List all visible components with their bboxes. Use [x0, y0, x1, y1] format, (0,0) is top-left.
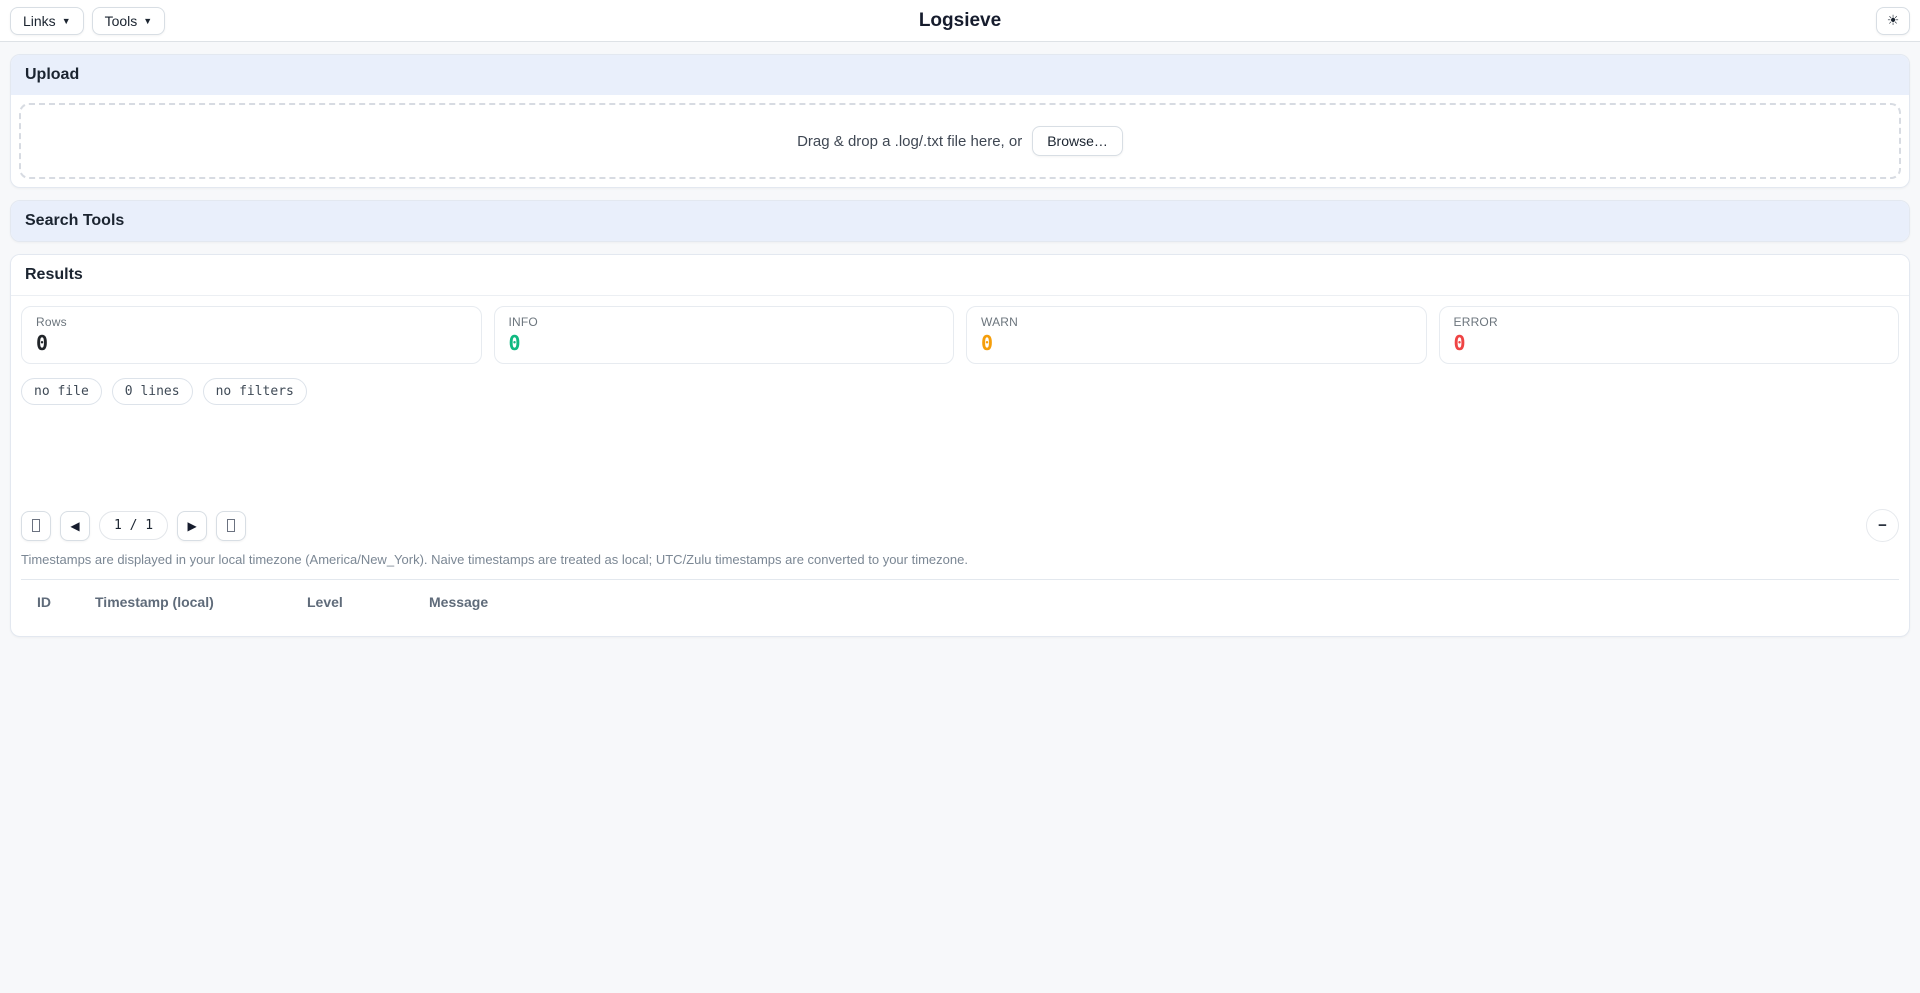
theme-toggle-button[interactable]: ☀ — [1876, 6, 1910, 35]
last-page-icon — [227, 519, 236, 532]
links-menu-button[interactable]: Links ▼ — [10, 6, 84, 35]
previous-page-button[interactable]: ◀ — [60, 510, 90, 541]
stat-value: 0 — [36, 331, 49, 355]
last-page-button[interactable] — [216, 510, 247, 541]
upload-section-header[interactable]: Upload — [11, 55, 1909, 95]
browse-button[interactable]: Browse… — [1032, 126, 1123, 156]
minus-icon: − — [1878, 517, 1887, 534]
pagination-bar: ◀ 1 / 1 ▶ − — [21, 509, 1899, 542]
stat-card-error: ERROR 0 — [1438, 306, 1899, 364]
results-empty-area — [21, 405, 1899, 509]
dropzone-hint-text: Drag & drop a .log/.txt file here, or — [797, 132, 1023, 150]
stat-label: Rows — [36, 315, 67, 329]
column-header-id: ID — [37, 594, 51, 610]
stat-label: INFO — [508, 315, 538, 329]
tools-menu-label: Tools — [104, 12, 138, 29]
previous-page-icon: ◀ — [70, 518, 80, 533]
stat-label: WARN — [981, 315, 1019, 329]
log-table-header: ID Timestamp (local) Level Message — [21, 579, 1899, 627]
results-section-body: Rows 0 INFO 0 WARN 0 ERROR 0 no file 0 l… — [11, 296, 1909, 636]
timezone-note: Timestamps are displayed in your local t… — [21, 552, 968, 567]
table-header-row: ID Timestamp (local) Level Message — [21, 579, 1899, 627]
upload-section: Upload Drag & drop a .log/.txt file here… — [10, 54, 1910, 188]
links-menu-label: Links — [23, 12, 56, 29]
stat-card-info: INFO 0 — [493, 306, 954, 364]
lines-count-badge: 0 lines — [111, 378, 193, 405]
log-table: ID Timestamp (local) Level Message — [21, 579, 1899, 626]
stat-label: ERROR — [1453, 315, 1498, 329]
column-header-level: Level — [307, 594, 343, 610]
stat-value: 0 — [508, 331, 521, 355]
collapse-results-button[interactable]: − — [1866, 509, 1899, 542]
top-bar: Links ▼ Tools ▼ Logsieve ☀ — [0, 0, 1920, 42]
filters-status-badge: no filters — [202, 378, 307, 405]
column-header-message: Message — [429, 594, 489, 610]
page-indicator: 1 / 1 — [99, 511, 169, 540]
stat-card-rows: Rows 0 — [21, 306, 482, 364]
file-dropzone[interactable]: Drag & drop a .log/.txt file here, or Br… — [19, 103, 1901, 179]
sun-icon: ☀ — [1886, 12, 1900, 28]
stat-value: 0 — [981, 331, 994, 355]
search-tools-section-header[interactable]: Search Tools — [11, 201, 1909, 241]
chevron-down-icon: ▼ — [61, 15, 71, 26]
next-page-button[interactable]: ▶ — [177, 510, 208, 541]
column-header-timestamp: Timestamp (local) — [95, 594, 214, 610]
stat-value: 0 — [1453, 331, 1466, 355]
next-page-icon: ▶ — [187, 518, 197, 533]
upload-section-body: Drag & drop a .log/.txt file here, or Br… — [11, 95, 1909, 187]
status-chips-row: no file 0 lines no filters — [21, 378, 1899, 405]
chevron-down-icon: ▼ — [143, 15, 153, 26]
stats-row: Rows 0 INFO 0 WARN 0 ERROR 0 — [21, 306, 1899, 364]
stat-card-warn: WARN 0 — [966, 306, 1427, 364]
first-page-icon — [32, 519, 40, 532]
results-section: Results Rows 0 INFO 0 WARN 0 ERROR 0 no … — [10, 254, 1910, 637]
tools-menu-button[interactable]: Tools ▼ — [91, 6, 166, 35]
results-section-header: Results — [11, 255, 1909, 296]
file-status-badge: no file — [21, 378, 102, 405]
search-tools-section: Search Tools — [10, 200, 1910, 242]
first-page-button[interactable] — [21, 510, 51, 541]
page-title: Logsieve — [918, 9, 1002, 31]
